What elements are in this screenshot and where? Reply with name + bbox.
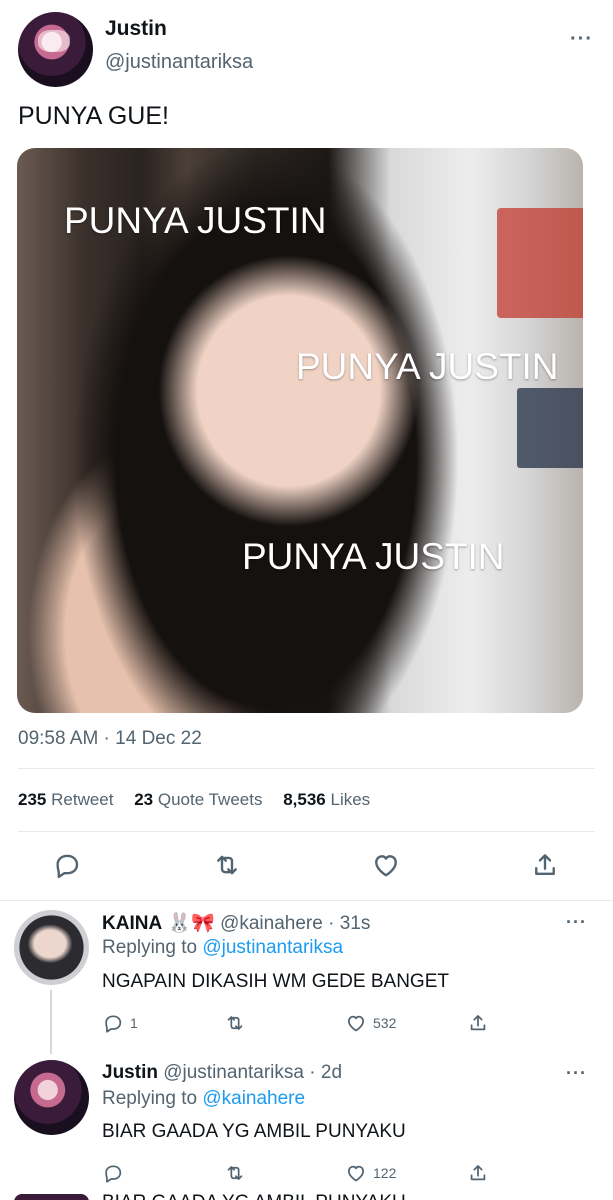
more-options-icon[interactable]: ··· [566,912,587,933]
retweet-button[interactable] [224,1162,246,1184]
share-button[interactable] [467,1162,489,1184]
quote-count[interactable]: 23 [134,790,153,809]
replying-to: Replying to @kainahere [102,1088,305,1110]
share-icon[interactable] [530,850,560,880]
reply-avatar[interactable] [14,910,89,985]
like-count: 532 [373,1015,397,1031]
tweet-text: PUNYA GUE! [18,102,169,130]
like-label[interactable]: Likes [330,790,370,809]
retweet-label[interactable]: Retweet [51,790,113,809]
reply-time[interactable]: · 2d [309,1062,342,1083]
replying-to-link[interactable]: @justinantariksa [202,937,343,958]
like-button[interactable]: 532 [345,1012,396,1034]
replying-to-link[interactable]: @kainahere [202,1088,305,1109]
divider [18,831,595,832]
reply-time[interactable]: · 31s [328,913,370,934]
reply-author-name[interactable]: Justin [102,1062,158,1083]
like-button[interactable]: 122 [345,1162,396,1184]
like-count[interactable]: 8,536 [283,790,326,809]
replying-to: Replying to @justinantariksa [102,937,343,959]
reply-avatar[interactable] [14,1060,89,1135]
reply-header: KAINA 🐰🎀 @kainahere · 31s [102,911,370,935]
tweet-photo[interactable]: PUNYA JUSTIN PUNYA JUSTIN PUNYA JUSTIN [17,148,583,713]
reply-text: BIAR GAADA YG AMBIL PUNYAKU [102,1121,406,1142]
watermark-text: PUNYA JUSTIN [64,200,327,241]
tweet-stats: 235 Retweet 23 Quote Tweets 8,536 Likes [18,790,370,810]
like-icon [347,1015,365,1032]
retweet-icon [227,1166,243,1180]
reply-button[interactable]: 1 [102,1012,138,1034]
reply-author-emoji: 🐰🎀 [167,913,215,934]
reply-text-peek: BIAR GAADA YG AMBIL PUNYAKU [102,1192,406,1200]
like-icon[interactable] [371,850,401,880]
share-button[interactable] [467,1012,489,1034]
reply-count: 1 [130,1015,138,1031]
reply-header: Justin @justinantariksa · 2d [102,1062,342,1084]
divider [0,900,613,901]
thread-line [50,990,52,1054]
more-options-icon[interactable]: ··· [566,1063,587,1084]
author-name[interactable]: Justin [105,17,167,41]
tweet-timestamp[interactable]: 09:58 AM · 14 Dec 22 [18,728,202,750]
replying-prefix: Replying to [102,1088,198,1109]
retweet-icon[interactable] [212,850,242,880]
divider [18,768,595,769]
retweet-button[interactable] [224,1012,246,1034]
author-avatar[interactable] [18,12,93,87]
reply-avatar[interactable] [14,1194,89,1200]
reply-author-handle[interactable]: @kainahere [220,913,323,934]
like-count: 122 [373,1165,397,1181]
quote-label[interactable]: Quote Tweets [158,790,263,809]
replying-prefix: Replying to [102,937,198,958]
reply-text: NGAPAIN DIKASIH WM GEDE BANGET [102,971,449,992]
reply-author-handle[interactable]: @justinantariksa [163,1062,304,1083]
retweet-icon [227,1016,243,1030]
author-handle[interactable]: @justinantariksa [105,51,253,74]
reply-icon [105,1165,122,1183]
more-options-icon[interactable]: ··· [570,28,593,51]
reply-author-name[interactable]: KAINA [102,913,162,934]
reply-icon [105,1015,122,1033]
reply-button[interactable] [102,1162,130,1184]
watermark-text: PUNYA JUSTIN [296,346,559,387]
share-icon [470,1165,486,1181]
retweet-count[interactable]: 235 [18,790,46,809]
like-icon [347,1165,365,1182]
reply-icon[interactable] [52,850,82,880]
watermark-text: PUNYA JUSTIN [242,536,505,577]
share-icon [470,1015,486,1031]
